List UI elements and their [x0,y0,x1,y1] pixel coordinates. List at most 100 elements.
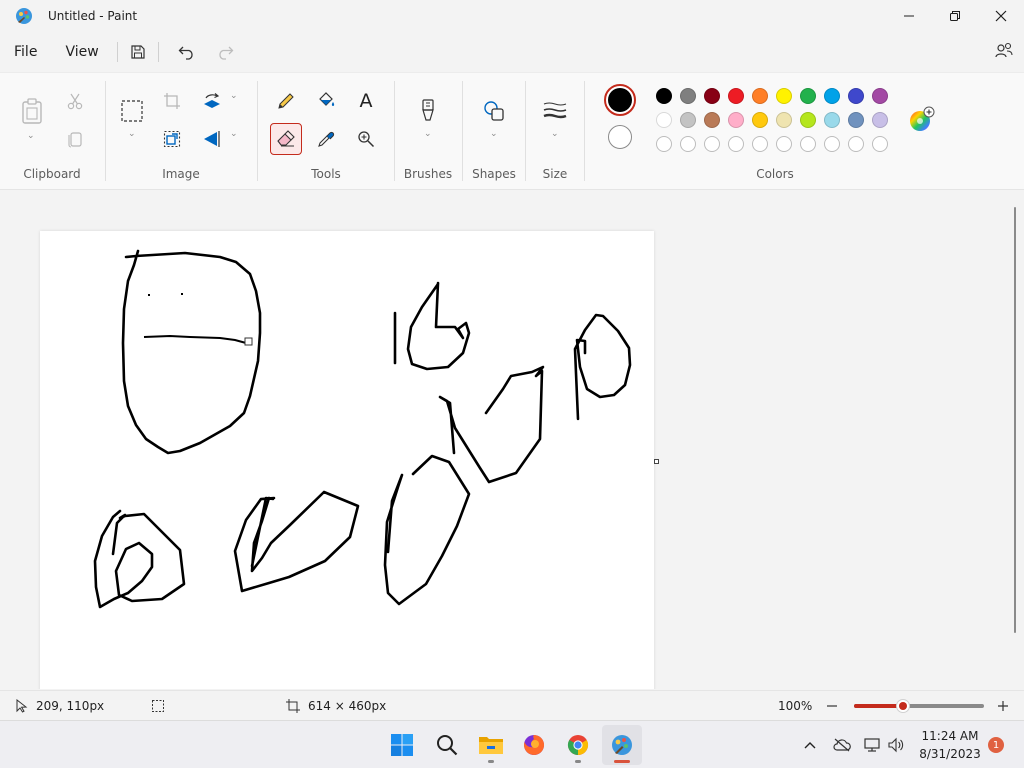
fill-button[interactable] [310,85,342,117]
custom-color-slot[interactable] [776,136,792,152]
color-swatch[interactable] [776,88,792,104]
eraser-cursor [244,337,253,346]
view-menu[interactable]: View [53,36,110,68]
text-button[interactable]: A [350,85,382,117]
undo-button[interactable] [171,36,203,68]
rotate-dropdown-chevron-icon[interactable]: ⌄ [230,91,238,101]
custom-color-slot[interactable] [704,136,720,152]
paste-dropdown-chevron-icon[interactable]: ⌄ [27,131,35,141]
custom-color-slot[interactable] [656,136,672,152]
custom-color-slot[interactable] [680,136,696,152]
shapes-group: ⌄ Shapes [463,73,525,191]
magnifier-button[interactable] [350,123,382,155]
brushes-button[interactable] [412,95,444,127]
brushes-group: ⌄ Brushes [395,73,461,191]
rotate-button[interactable] [196,85,228,117]
resize-button[interactable] [156,123,188,155]
copy-button[interactable] [59,123,91,155]
color-swatch[interactable] [848,112,864,128]
crop-button[interactable] [156,85,188,117]
zoom-in-button[interactable] [997,691,1009,721]
redo-button[interactable] [209,36,241,68]
pencil-button[interactable] [270,85,302,117]
color-swatch[interactable] [752,112,768,128]
start-button[interactable] [382,725,422,765]
select-button[interactable] [116,95,148,127]
brush-icon [422,99,434,121]
canvas-workspace[interactable] [0,191,1024,689]
color-swatch[interactable] [752,88,768,104]
vertical-scrollbar[interactable] [1014,207,1016,633]
size-dropdown-chevron-icon[interactable]: ⌄ [551,129,559,139]
eyedropper-icon [318,131,335,147]
color-swatch[interactable] [704,88,720,104]
shapes-dropdown-chevron-icon[interactable]: ⌄ [490,129,498,139]
color-picker-button[interactable] [310,123,342,155]
share-button[interactable] [992,38,1016,62]
shapes-button[interactable] [478,95,510,127]
chrome-button[interactable] [558,725,598,765]
color-swatch[interactable] [872,88,888,104]
copy-icon [68,132,82,148]
file-menu[interactable]: File [2,36,49,68]
canvas-size: 614 × 460px [308,699,387,713]
clock[interactable]: 11:24 AM 8/31/2023 [912,727,988,763]
drawing-canvas[interactable] [40,231,654,689]
search-button[interactable] [427,725,467,765]
minimize-button[interactable] [886,0,932,32]
color-swatch[interactable] [704,112,720,128]
close-button[interactable] [978,0,1024,32]
custom-color-slot[interactable] [872,136,888,152]
restore-button[interactable] [932,0,978,32]
canvas-resize-handle[interactable] [654,459,659,464]
color-swatch[interactable] [800,112,816,128]
file-explorer-button[interactable] [471,725,511,765]
paste-button[interactable] [16,95,48,127]
color-swatch[interactable] [680,112,696,128]
folder-icon [479,737,503,754]
color-swatch[interactable] [680,88,696,104]
chrome-icon [567,735,589,756]
network-button[interactable] [860,737,884,753]
zoom-slider[interactable] [854,699,984,713]
color-swatch[interactable] [824,112,840,128]
color-swatch[interactable] [656,88,672,104]
primary-color[interactable] [604,84,636,116]
paint-taskbar-button[interactable] [602,725,642,765]
custom-color-slot[interactable] [728,136,744,152]
edit-colors-button[interactable] [906,103,938,135]
size-button[interactable] [539,95,571,127]
custom-color-slot[interactable] [800,136,816,152]
color-swatch[interactable] [728,88,744,104]
zoom-slider-thumb[interactable] [896,699,910,713]
select-dropdown-chevron-icon[interactable]: ⌄ [128,129,136,139]
volume-button[interactable] [884,737,908,753]
color-swatch[interactable] [848,88,864,104]
brushes-dropdown-chevron-icon[interactable]: ⌄ [424,129,432,139]
custom-color-slot[interactable] [824,136,840,152]
firefox-button[interactable] [514,725,554,765]
save-button[interactable] [122,36,154,68]
custom-color-slot[interactable] [752,136,768,152]
color-swatch[interactable] [824,88,840,104]
pencil-icon [278,93,294,109]
system-tray [800,721,908,768]
custom-color-slot[interactable] [848,136,864,152]
eraser-button[interactable] [270,123,302,155]
notification-badge[interactable]: 1 [988,737,1004,753]
color-swatch[interactable] [776,112,792,128]
menu-bar: File View [0,32,1024,72]
zoom-out-button[interactable] [826,691,838,721]
paint-active-indicator [614,760,630,763]
color-swatch[interactable] [800,88,816,104]
flip-dropdown-chevron-icon[interactable]: ⌄ [230,129,238,139]
secondary-color[interactable] [608,125,632,149]
color-swatch[interactable] [872,112,888,128]
status-bar: 209, 110px 614 × 460px 100% [0,690,1024,720]
cut-button[interactable] [59,85,91,117]
onedrive-button[interactable] [830,738,854,752]
color-swatch[interactable] [656,112,672,128]
flip-button[interactable] [196,123,228,155]
show-hidden-icons-button[interactable] [800,741,820,749]
color-swatch[interactable] [728,112,744,128]
